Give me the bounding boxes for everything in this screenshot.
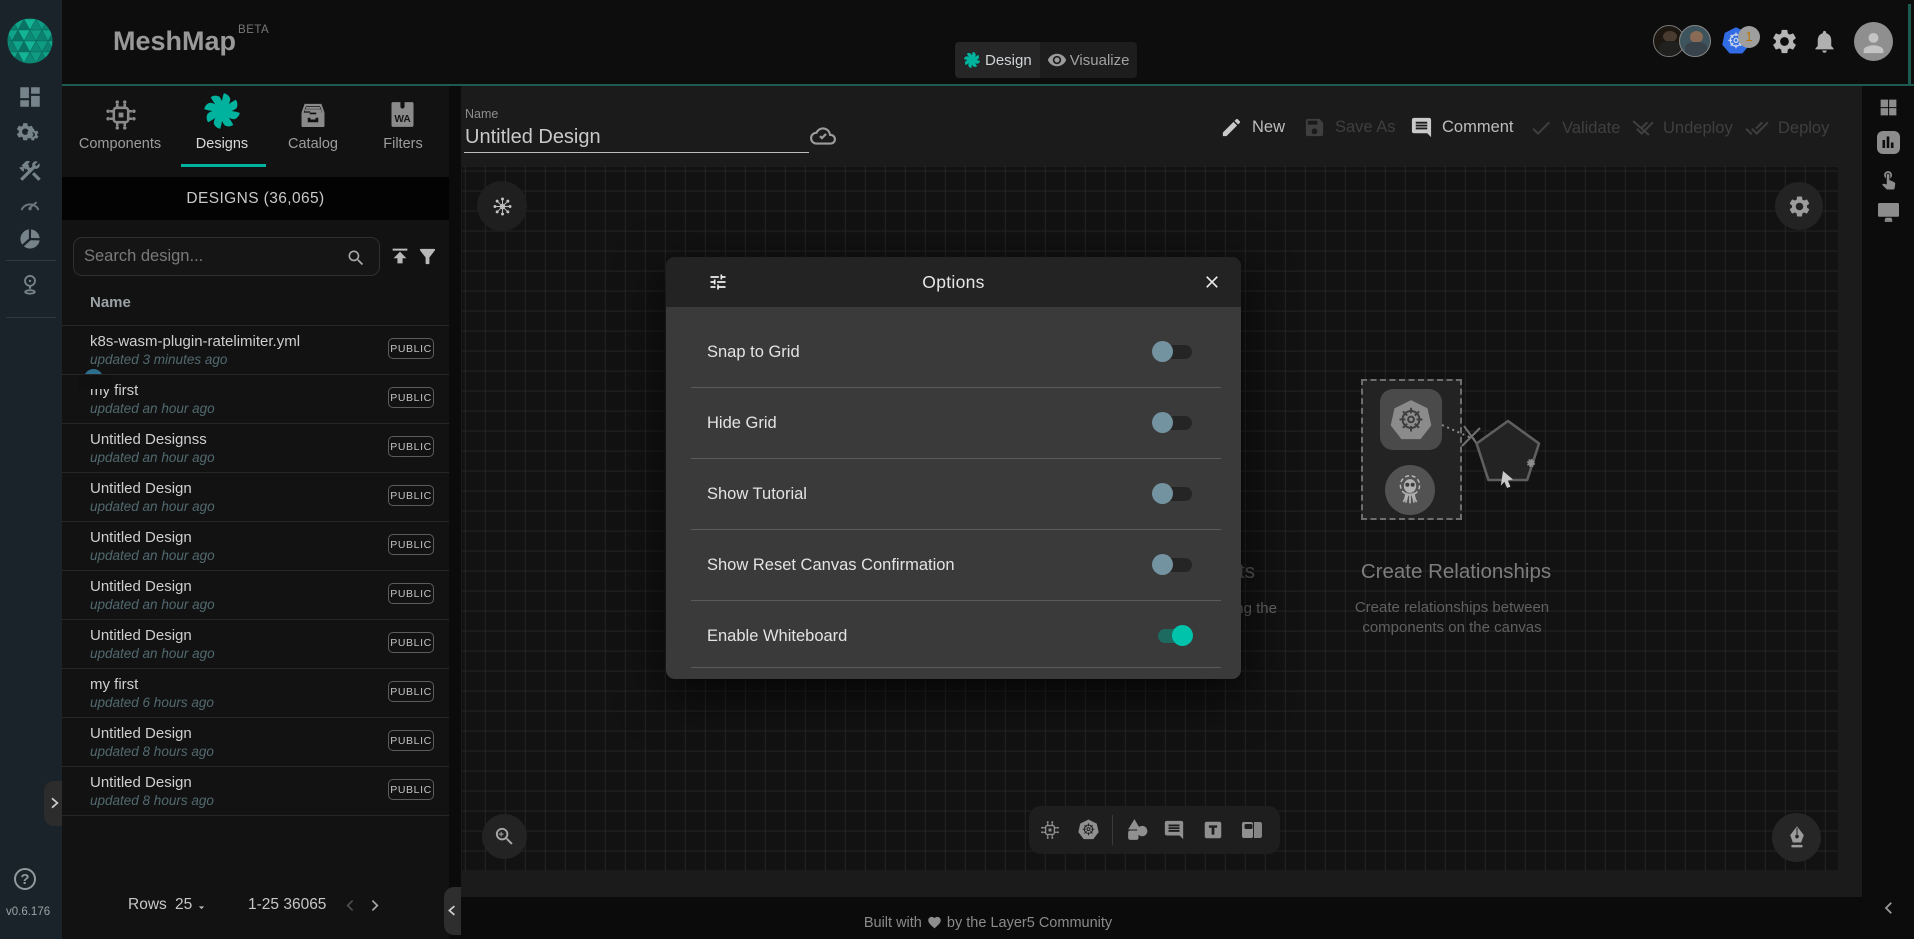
svg-text:WA: WA: [394, 114, 411, 125]
